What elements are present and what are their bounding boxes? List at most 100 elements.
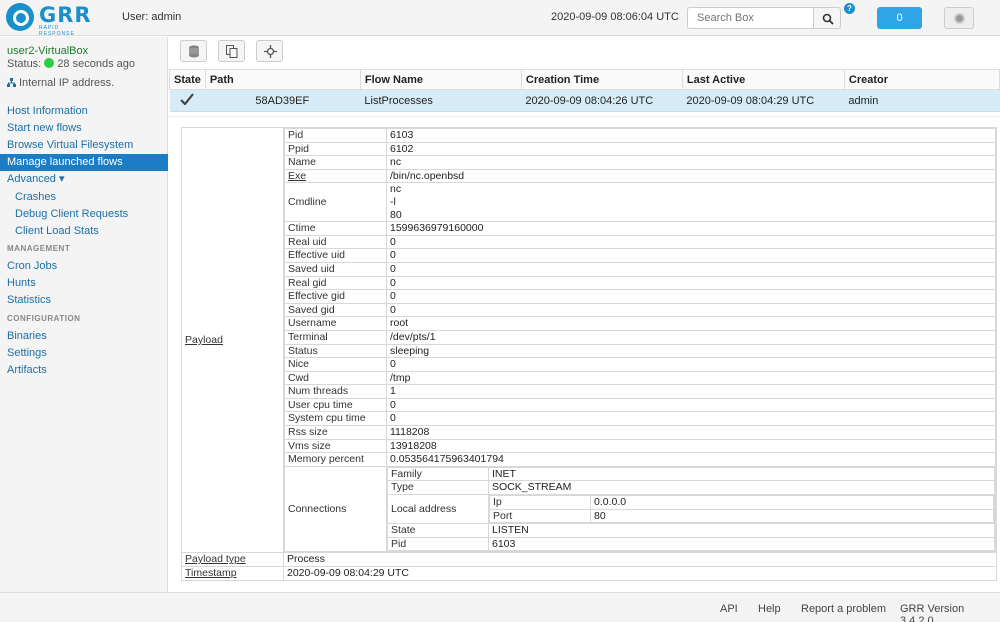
- gear-icon: [954, 13, 965, 24]
- col-creator[interactable]: Creator: [843, 69, 1000, 90]
- local-address-table: Ip 0.0.0.0 Port 80: [489, 495, 994, 524]
- col-path[interactable]: Path: [204, 69, 361, 90]
- database-icon: [189, 45, 199, 58]
- search-icon: [822, 13, 834, 25]
- field-value: 0: [386, 302, 996, 318]
- field-key: Vms size: [284, 438, 387, 454]
- network-icon: [7, 78, 16, 87]
- field-value: 0: [386, 234, 996, 250]
- copy-icon: [226, 45, 238, 58]
- field-key: System cpu time: [284, 411, 387, 427]
- timestamp-value: 2020-09-09 08:04:29 UTC: [283, 566, 997, 581]
- local-address-values: Ip 0.0.0.0 Port 80: [488, 494, 995, 525]
- field-key: Num threads: [284, 384, 387, 399]
- target-button[interactable]: [256, 40, 283, 62]
- field-key: Cwd: [284, 370, 387, 386]
- field-value: 0: [386, 289, 996, 304]
- field-key: Ctime: [284, 221, 387, 236]
- col-state[interactable]: State: [169, 69, 206, 90]
- sidebar-item-crashes[interactable]: Crashes: [0, 189, 168, 206]
- payload-box: Payload Pid 6103 Ppid 6102 Name nc Exe/bin/…: [181, 126, 997, 581]
- process-table: Pid 6103 Ppid 6102 Name nc Exe/bin/nc.openb…: [284, 128, 996, 553]
- ip-text: Internal IP address.: [19, 77, 115, 89]
- field-value: 1118208: [386, 425, 996, 440]
- field-key: Family: [387, 466, 489, 482]
- field-key: Connections: [284, 465, 387, 553]
- sidebar-item-advanced[interactable]: Advanced ▾: [0, 171, 168, 188]
- cmdline-arg: nc: [390, 183, 402, 196]
- sidebar-item-settings[interactable]: Settings: [0, 345, 168, 362]
- field-key: Terminal: [284, 329, 387, 345]
- field-value: 6103: [386, 128, 996, 143]
- field-key: Real gid: [284, 275, 387, 291]
- payload-type-label: Payload type: [181, 552, 284, 567]
- api-link[interactable]: API: [720, 603, 738, 615]
- field-value: /bin/nc.openbsd: [386, 168, 996, 184]
- field-value: 0: [386, 411, 996, 427]
- search-input[interactable]: [687, 7, 814, 29]
- timestamp-label: Timestamp: [181, 566, 284, 581]
- sidebar-item-binaries[interactable]: Binaries: [0, 328, 168, 345]
- field-value: 0: [386, 397, 996, 413]
- field-value: 0.053564175963401794: [386, 452, 996, 467]
- sidebar-item-statistics[interactable]: Statistics: [0, 292, 168, 309]
- version-label: GRR Version 3.4.2.0: [900, 603, 965, 622]
- notifications-button[interactable]: 0: [877, 7, 922, 29]
- search-box: [687, 7, 841, 29]
- table-row[interactable]: 58AD39EF ListProcesses 2020-09-09 08:04:…: [169, 89, 1000, 112]
- checkmark-icon: [179, 93, 194, 106]
- search-button[interactable]: [813, 7, 841, 29]
- field-value: LISTEN: [488, 523, 995, 538]
- flow-name-cell: ListProcesses: [360, 89, 522, 112]
- col-last-active[interactable]: Last Active: [681, 69, 845, 90]
- field-key: Effective gid: [284, 289, 387, 304]
- last-active-cell: 2020-09-09 08:04:29 UTC: [682, 89, 845, 112]
- field-value: 1: [386, 384, 996, 399]
- cmdline-arg: 80: [390, 208, 402, 221]
- status-online-icon: [44, 58, 55, 68]
- logo-subtitle: RAPID RESPONSE: [39, 25, 75, 37]
- field-key: Username: [284, 316, 387, 331]
- path-cell: 58AD39EF: [205, 89, 361, 112]
- sidebar-item-browse-vfs[interactable]: Browse Virtual Filesystem: [0, 137, 168, 154]
- archive-button[interactable]: [180, 40, 207, 62]
- col-creation-time[interactable]: Creation Time: [520, 69, 683, 90]
- grr-logo[interactable]: GRR RAPID RESPONSE: [6, 3, 92, 37]
- payload-table: Payload Pid 6103 Ppid 6102 Name nc Exe/bin/…: [181, 126, 997, 581]
- field-value: 0: [386, 248, 996, 263]
- field-value: 1599636979160000: [386, 221, 996, 236]
- sidebar-item-hunts[interactable]: Hunts: [0, 275, 168, 292]
- report-problem-link[interactable]: Report a problem: [801, 603, 886, 615]
- sidebar-item-client-load-stats[interactable]: Client Load Stats: [0, 223, 168, 240]
- field-key: Rss size: [284, 425, 387, 440]
- flows-table-header: State Path Flow Name Creation Time Last …: [169, 69, 1000, 90]
- field-key: Memory percent: [284, 452, 387, 467]
- sidebar-item-debug-client-requests[interactable]: Debug Client Requests: [0, 206, 168, 223]
- field-key: Status: [284, 343, 387, 359]
- field-key: Real uid: [284, 234, 387, 250]
- settings-button[interactable]: [944, 7, 974, 29]
- field-key: Port: [489, 508, 591, 524]
- field-key: Exe: [284, 168, 387, 184]
- col-flow-name[interactable]: Flow Name: [359, 69, 522, 90]
- sidebar-item-artifacts[interactable]: Artifacts: [0, 362, 168, 379]
- flow-details-panel: Payload Pid 6103 Ppid 6102 Name nc Exe/bin/…: [169, 116, 1000, 590]
- sidebar-item-manage-launched-flows[interactable]: Manage launched flows: [0, 154, 168, 171]
- field-key: Pid: [284, 128, 387, 143]
- field-value: nc: [386, 155, 996, 170]
- field-key: Type: [387, 480, 489, 496]
- sidebar-item-cron-jobs[interactable]: Cron Jobs: [0, 258, 168, 275]
- top-header: GRR RAPID RESPONSE User: admin 2020-09-0…: [0, 0, 1000, 37]
- field-key: Cmdline: [284, 182, 387, 223]
- client-name[interactable]: user2-VirtualBox: [7, 45, 88, 57]
- field-key: Pid: [387, 536, 489, 552]
- help-icon[interactable]: ?: [844, 3, 855, 14]
- connections-table: Family INET Type SOCK_STREAM Local address…: [387, 466, 995, 552]
- help-link[interactable]: Help: [758, 603, 781, 615]
- copy-flow-button[interactable]: [218, 40, 245, 62]
- field-value: 0: [386, 261, 996, 277]
- sidebar-item-start-new-flows[interactable]: Start new flows: [0, 120, 168, 137]
- sidebar-item-host-information[interactable]: Host Information: [0, 103, 168, 120]
- field-key: Local address: [387, 494, 489, 525]
- field-value: INET: [488, 466, 995, 482]
